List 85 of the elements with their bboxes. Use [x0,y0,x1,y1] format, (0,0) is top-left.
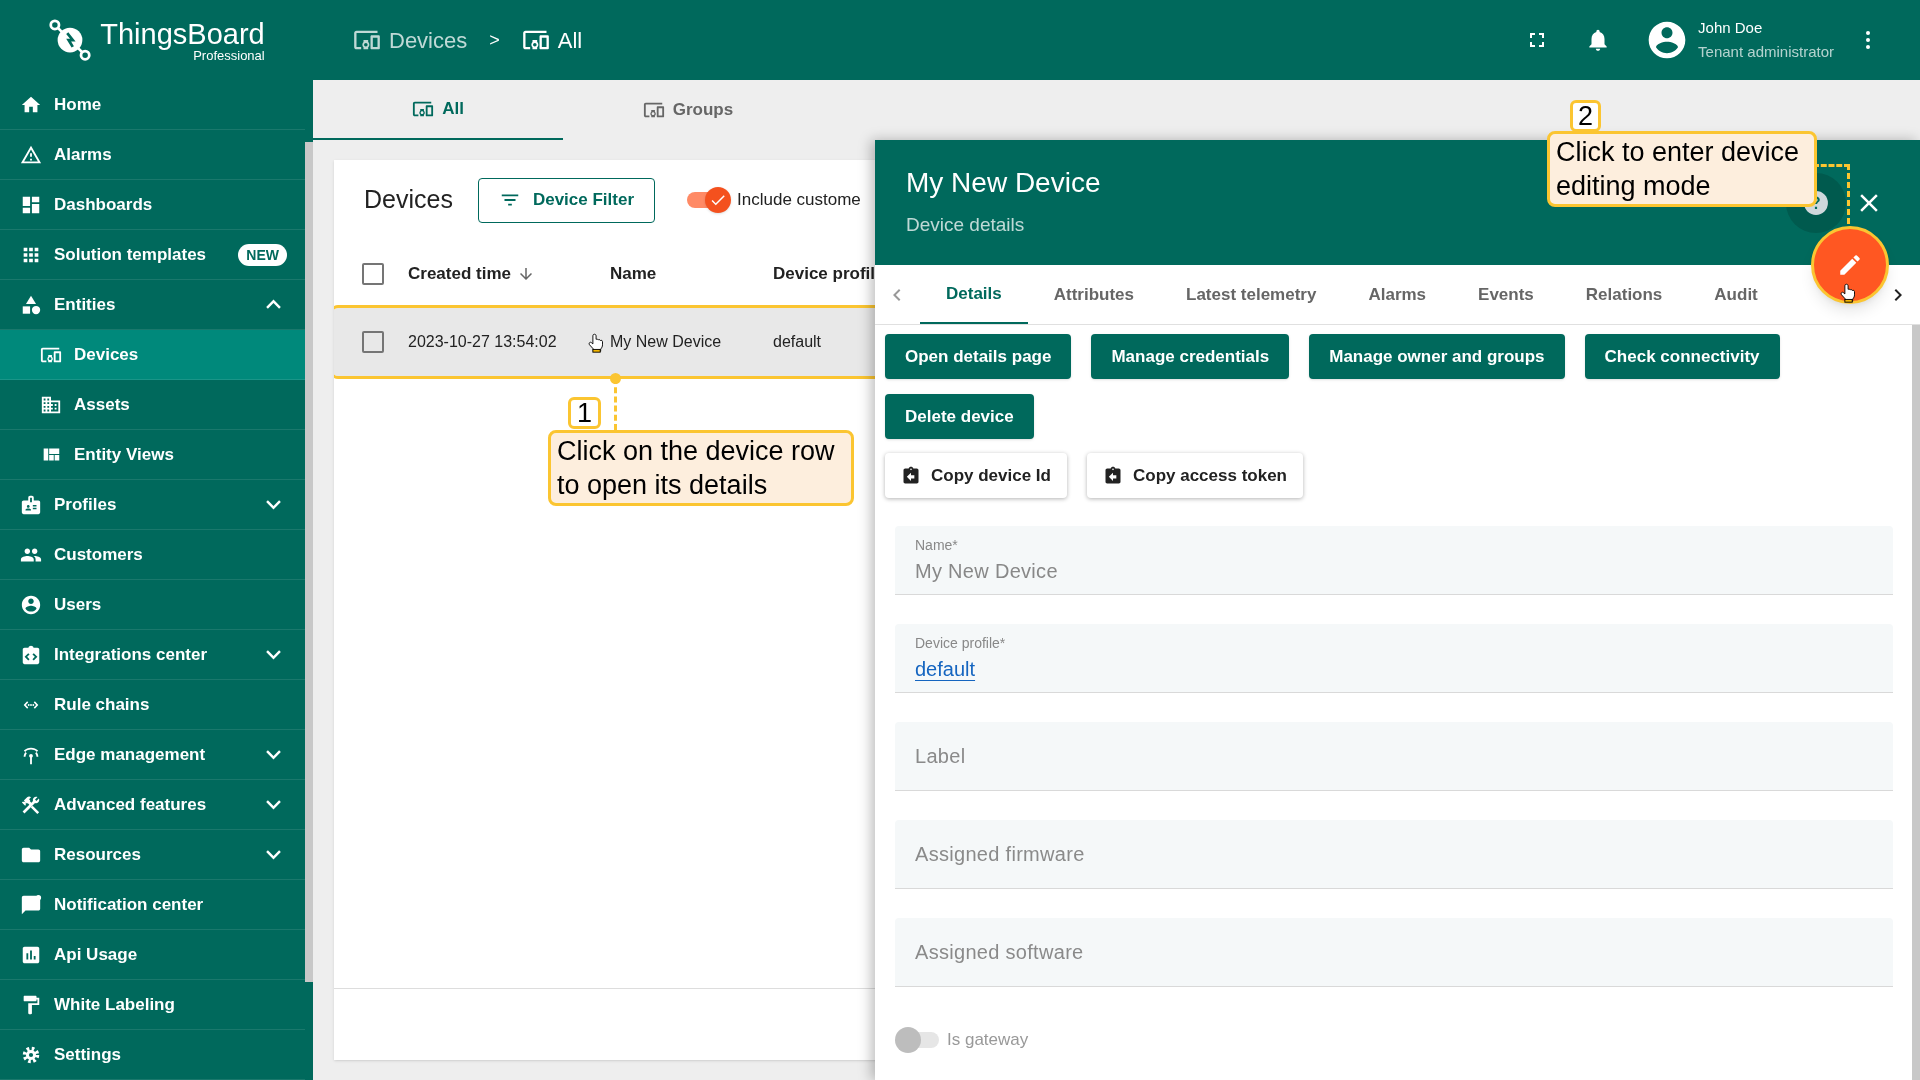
sidebar-item[interactable]: Home [0,80,305,130]
action-button[interactable]: Manage owner and groups [1309,334,1565,379]
chevron-down-icon [265,649,282,660]
sort-down-icon [517,265,535,283]
sidebar-item[interactable]: Resources [0,830,305,880]
panel-title: My New Device [906,166,1101,200]
profile-link[interactable]: default [915,653,976,684]
new-badge: NEW [238,243,287,266]
column-header[interactable]: Created time [408,261,535,287]
card-title: Devices [364,184,453,216]
chevron-down-icon [265,499,282,510]
clipboard-icon [1103,465,1123,486]
field-placeholder: Assigned software [915,940,1085,965]
logo-icon [48,18,93,62]
action-button[interactable]: Check connectivity [1584,334,1780,379]
step-number: 1 [568,397,602,429]
include-customer-label: Include custome [737,189,861,212]
panel-tab[interactable]: Attributes [1027,265,1161,324]
table-cell: My New Device [610,333,722,350]
field-value: My New Device [915,558,1059,584]
gateway-label: Is gateway [947,1029,1029,1052]
view-tab[interactable]: Groups [563,80,813,140]
panel-tab[interactable]: Alarms [1342,265,1453,324]
checkbox[interactable] [362,331,384,353]
tools-icon [20,793,42,816]
chevron-up-icon [265,299,282,310]
sidebar-item[interactable]: Entity Views [0,430,305,480]
table-cell: default [773,333,822,350]
callout-text: Click on the device row to open its details [548,430,854,506]
column-header[interactable]: Name [610,261,657,287]
panel-tab[interactable]: Details [920,265,1028,324]
action-button[interactable]: Open details page [885,334,1072,379]
callout-text: Click to enter device editing mode [1547,131,1817,207]
sidebar-item[interactable]: Settings [0,1030,305,1080]
sidebar-item[interactable]: Assets [0,380,305,430]
chevron-down-icon [265,849,282,860]
action-button[interactable]: Manage credentials [1091,334,1290,379]
scrollbar[interactable] [305,142,313,982]
copy-button[interactable]: Copy access token [1087,453,1303,498]
panel-tab[interactable]: Relations [1559,265,1689,324]
pencil-icon [1837,252,1863,278]
id-card-icon [20,493,42,516]
breadcrumb-link[interactable]: All [521,23,583,57]
sidebar-item[interactable]: Users [0,580,305,630]
breadcrumb-separator: > [489,28,500,52]
panel-subtitle: Device details [906,213,1025,237]
scrollbar[interactable] [1912,325,1920,1080]
checkbox[interactable] [362,263,384,285]
breadcrumb-link[interactable]: Devices [353,23,468,57]
include-customer-toggle[interactable] [685,187,732,213]
logo-text: ThingsBoard [100,18,265,49]
panel-tab[interactable]: Audit [1688,265,1784,324]
gateway-toggle[interactable] [895,1027,941,1053]
sidebar-item[interactable]: Devices [0,330,305,380]
clipboard-icon [901,465,921,486]
copy-button[interactable]: Copy device Id [885,453,1067,498]
input-field[interactable]: Label [895,722,1893,791]
chevron-down-icon [265,799,282,810]
chat-bubble-icon [20,893,42,916]
logo-edition: Professional [193,48,265,62]
field-label: Name* [915,535,959,555]
sidebar-item[interactable]: Integrations center [0,630,305,680]
step-number: 2 [1570,100,1602,132]
panel-tab[interactable]: Latest telemetry [1160,265,1343,324]
input-field[interactable]: Name* My New Device [895,526,1893,595]
user-role: Tenant administrator [1698,42,1834,62]
column-header[interactable]: Device profil [773,261,876,287]
field-label: Device profile* [915,633,1007,653]
device-filter-button[interactable]: Device Filter [477,177,656,223]
sidebar-item[interactable]: Api Usage [0,930,305,980]
action-button[interactable]: Delete device [885,394,1034,439]
code-clipboard-icon [20,643,42,666]
table-cell: 2023-10-27 13:54:02 [408,333,557,350]
panel-tab[interactable]: Events [1452,265,1560,324]
sidebar-item[interactable]: Dashboards [0,180,305,230]
user-name: John Doe [1698,18,1764,38]
field-placeholder: Label [915,744,967,769]
field-placeholder: Assigned firmware [915,842,1086,867]
sidebar-item[interactable]: Notification center [0,880,305,930]
view-tab[interactable]: All [313,80,563,140]
sidebar-item[interactable]: Profiles [0,480,305,530]
sidebar-item[interactable]: Advanced features [0,780,305,830]
chevron-down-icon [265,749,282,760]
device-profile-field[interactable]: Device profile* default [895,624,1893,693]
sidebar-item[interactable]: Solution templates NEW [0,230,305,280]
